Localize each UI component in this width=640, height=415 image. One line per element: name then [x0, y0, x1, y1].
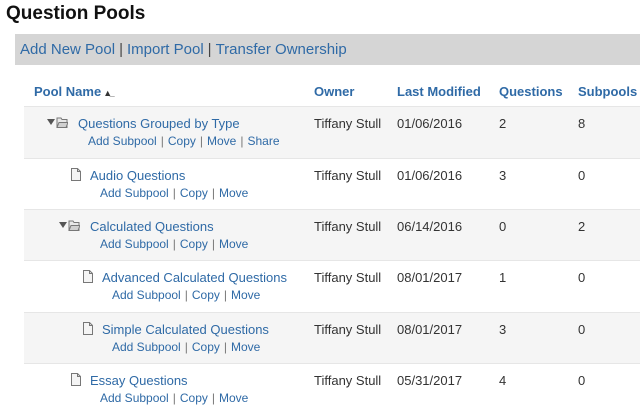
move-link[interactable]: Move	[219, 186, 248, 200]
pool-name-link[interactable]: Calculated Questions	[90, 219, 214, 234]
table-row: Questions Grouped by Type Add Subpool | Cop…	[24, 106, 640, 158]
column-header-subpools[interactable]: Subpools	[578, 84, 637, 99]
action-separator: |	[211, 237, 215, 251]
column-header-questions[interactable]: Questions	[499, 84, 563, 99]
subpools-count-cell: 0	[578, 270, 586, 285]
share-link[interactable]: Share	[247, 134, 279, 148]
column-header-last-modified[interactable]: Last Modified	[397, 84, 481, 99]
table-row: Audio Questions Add Subpool | Copy | Move Tiff…	[24, 158, 640, 209]
add-subpool-link[interactable]: Add Subpool	[100, 186, 169, 200]
pool-actions: Add Subpool | Copy | Move	[112, 288, 260, 302]
subpools-count-cell: 0	[578, 168, 586, 183]
toolbar: Add New Pool | Import Pool | Transfer Owners…	[15, 34, 640, 65]
last-modified-cell: 08/01/2017	[397, 270, 463, 285]
copy-link[interactable]: Copy	[180, 186, 208, 200]
owner-cell: Tiffany Stull	[314, 219, 382, 234]
move-link[interactable]: Move	[219, 237, 248, 251]
questions-count-cell: 0	[499, 219, 507, 234]
move-link[interactable]: Move	[231, 288, 260, 302]
table-row: Calculated Questions Add Subpool | Copy | Mov…	[24, 209, 640, 260]
toolbar-separator: |	[207, 41, 212, 58]
subpools-count-cell: 0	[578, 322, 586, 337]
pool-name-link[interactable]: Simple Calculated Questions	[102, 322, 269, 337]
add-subpool-link[interactable]: Add Subpool	[100, 391, 169, 405]
action-separator: |	[211, 391, 215, 405]
table-row: Essay Questions Add Subpool | Copy | Move Tiff…	[24, 363, 640, 415]
action-separator: |	[160, 134, 164, 148]
add-subpool-link[interactable]: Add Subpool	[100, 237, 169, 251]
owner-cell: Tiffany Stull	[314, 322, 382, 337]
pool-actions: Add Subpool | Copy | Move	[100, 237, 248, 251]
last-modified-cell: 05/31/2017	[397, 373, 463, 388]
add-subpool-link[interactable]: Add Subpool	[112, 340, 181, 354]
action-separator: |	[172, 186, 176, 200]
pool-actions: Add Subpool | Copy | Move	[100, 186, 248, 200]
pool-actions: Add Subpool | Copy | Move	[100, 391, 248, 405]
action-separator: |	[199, 134, 203, 148]
column-header-pool-name[interactable]: Pool Name ▲̲	[34, 84, 112, 99]
questions-count-cell: 3	[499, 168, 507, 183]
copy-link[interactable]: Copy	[180, 237, 208, 251]
last-modified-cell: 06/14/2016	[397, 219, 463, 234]
pool-actions: Add Subpool | Copy | Move | Share	[88, 134, 280, 148]
sort-ascending-icon[interactable]: ▲̲	[103, 88, 112, 98]
add-subpool-link[interactable]: Add Subpool	[88, 134, 157, 148]
move-link[interactable]: Move	[231, 340, 260, 354]
move-link[interactable]: Move	[219, 391, 248, 405]
action-separator: |	[211, 186, 215, 200]
document-icon	[70, 373, 82, 389]
table-body: Questions Grouped by Type Add Subpool | Cop…	[24, 106, 640, 415]
copy-link[interactable]: Copy	[192, 340, 220, 354]
copy-link[interactable]: Copy	[168, 134, 196, 148]
table-row: Simple Calculated Questions Add Subpool | C…	[24, 312, 640, 363]
import-pool-link[interactable]: Import Pool	[127, 41, 204, 58]
action-separator: |	[172, 391, 176, 405]
copy-link[interactable]: Copy	[192, 288, 220, 302]
subpools-count-cell: 2	[578, 219, 586, 234]
owner-cell: Tiffany Stull	[314, 116, 382, 131]
table-row: Advanced Calculated Questions Add Subpool…	[24, 260, 640, 312]
column-header-owner[interactable]: Owner	[314, 84, 354, 99]
toolbar-separator: |	[119, 41, 123, 58]
subpools-count-cell: 8	[578, 116, 586, 131]
pool-table: Pool Name ▲̲ Owner Last Modified Question…	[24, 78, 640, 415]
last-modified-cell: 01/06/2016	[397, 168, 463, 183]
pool-name-link[interactable]: Questions Grouped by Type	[78, 116, 240, 131]
owner-cell: Tiffany Stull	[314, 373, 382, 388]
open-folder-icon[interactable]	[58, 219, 81, 234]
action-separator: |	[184, 340, 188, 354]
last-modified-cell: 01/06/2016	[397, 116, 463, 131]
subpools-count-cell: 0	[578, 373, 586, 388]
pool-actions: Add Subpool | Copy | Move	[112, 340, 260, 354]
action-separator: |	[172, 237, 176, 251]
pool-name-link[interactable]: Advanced Calculated Questions	[102, 270, 287, 285]
questions-count-cell: 4	[499, 373, 507, 388]
action-separator: |	[240, 134, 244, 148]
document-icon	[82, 322, 94, 338]
action-separator: |	[184, 288, 188, 302]
document-icon	[70, 168, 82, 184]
action-separator: |	[223, 288, 227, 302]
last-modified-cell: 08/01/2017	[397, 322, 463, 337]
open-folder-icon[interactable]	[46, 116, 69, 131]
table-header: Pool Name ▲̲ Owner Last Modified Question…	[24, 78, 640, 106]
owner-cell: Tiffany Stull	[314, 270, 382, 285]
move-link[interactable]: Move	[207, 134, 236, 148]
add-new-pool-link[interactable]: Add New Pool	[20, 41, 115, 58]
pool-name-link[interactable]: Essay Questions	[90, 373, 188, 388]
document-icon	[82, 270, 94, 286]
questions-count-cell: 3	[499, 322, 507, 337]
copy-link[interactable]: Copy	[180, 391, 208, 405]
pool-name-link[interactable]: Audio Questions	[90, 168, 185, 183]
questions-count-cell: 2	[499, 116, 507, 131]
action-separator: |	[223, 340, 227, 354]
transfer-ownership-link[interactable]: Transfer Ownership	[216, 41, 347, 58]
page-title: Question Pools	[6, 3, 146, 24]
add-subpool-link[interactable]: Add Subpool	[112, 288, 181, 302]
owner-cell: Tiffany Stull	[314, 168, 382, 183]
questions-count-cell: 1	[499, 270, 507, 285]
